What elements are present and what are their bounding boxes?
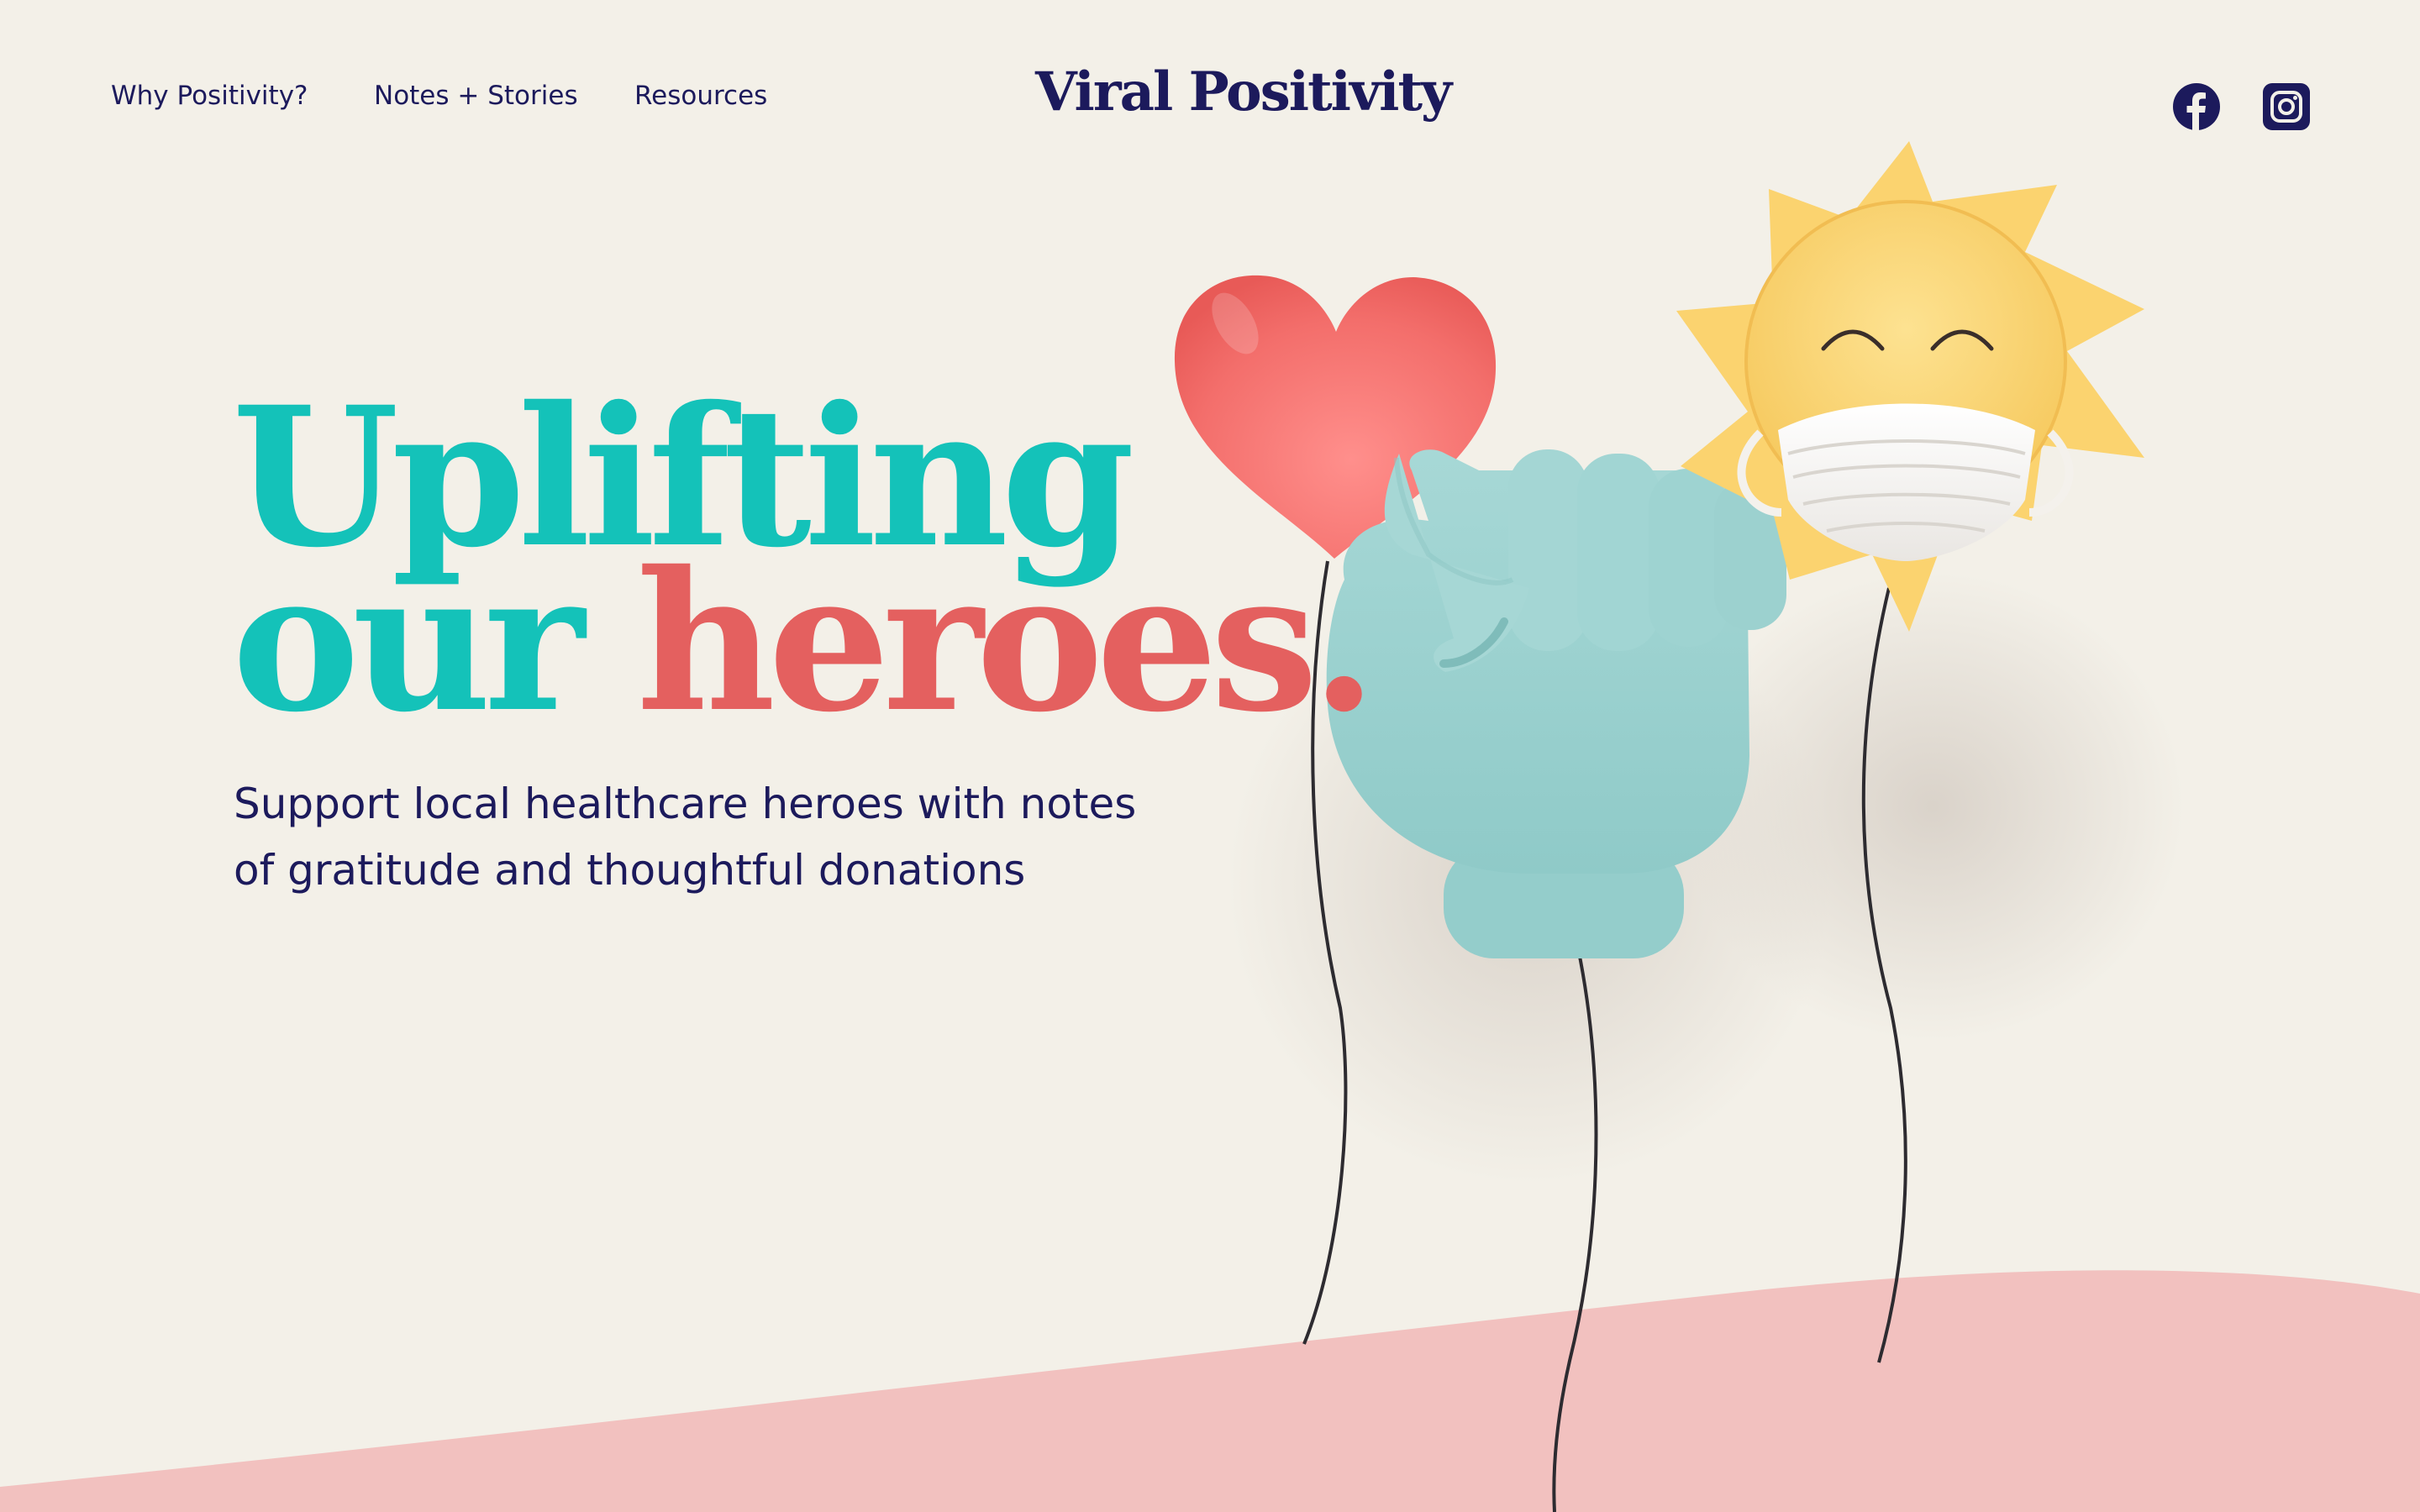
facebook-icon[interactable]	[2172, 82, 2221, 131]
pink-hill	[0, 1270, 2420, 1512]
balloon-shadow	[1681, 571, 2185, 1042]
headline-heroes: heroes.	[636, 529, 1377, 754]
instagram-icon[interactable]	[2262, 82, 2311, 131]
nav-link-resources[interactable]: Resources	[634, 81, 767, 111]
nav-link-why-positivity[interactable]: Why Positivity?	[111, 81, 308, 111]
hero-subtext: Support local healthcare heroes with not…	[234, 780, 1137, 895]
page: Why Positivity? Notes + Stories Resource…	[0, 0, 2420, 1512]
nav-link-notes-stories[interactable]: Notes + Stories	[374, 81, 578, 111]
hero-illustration	[0, 141, 2420, 1512]
headline-our: our	[232, 529, 637, 754]
hero-headline: Uplifting our heroes.	[232, 381, 1377, 738]
site-logo[interactable]: Viral Positivity	[1035, 60, 1452, 123]
